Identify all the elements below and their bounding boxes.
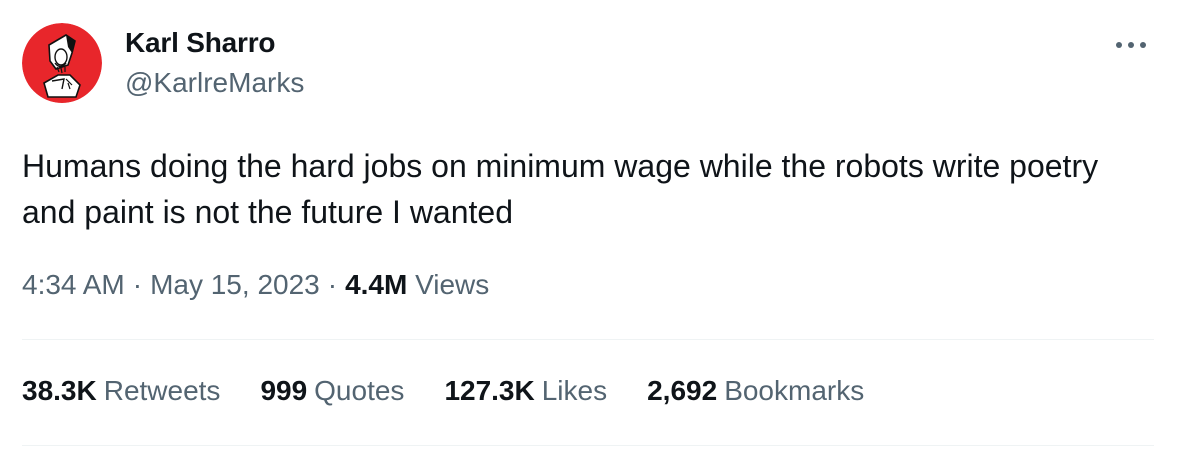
author-display-name[interactable]: Karl Sharro xyxy=(125,27,275,59)
views-label: Views xyxy=(415,269,490,300)
more-options-button[interactable] xyxy=(1111,30,1151,60)
divider xyxy=(22,339,1154,340)
author-avatar[interactable] xyxy=(22,23,102,103)
tweet-time[interactable]: 4:34 AM xyxy=(22,269,125,300)
likes-stat[interactable]: 127.3K Likes xyxy=(444,375,607,407)
likes-label: Likes xyxy=(541,375,608,406)
retweets-label: Retweets xyxy=(103,375,221,406)
bookmarks-count: 2,692 xyxy=(647,375,718,406)
retweets-count: 38.3K xyxy=(22,375,97,406)
more-options-icon xyxy=(1116,42,1146,48)
tweet-meta: 4:34 AM · May 15, 2023 · 4.4M Views xyxy=(22,269,489,301)
tweet-card: Karl Sharro @KarlreMarks Humans doing th… xyxy=(0,0,1180,450)
views-link[interactable]: 4.4M Views xyxy=(345,269,489,300)
bookmarks-stat[interactable]: 2,692 Bookmarks xyxy=(647,375,864,407)
likes-count: 127.3K xyxy=(444,375,535,406)
meta-separator: · xyxy=(327,269,338,300)
meta-separator: · xyxy=(132,269,143,300)
views-count: 4.4M xyxy=(345,269,408,300)
author-handle[interactable]: @KarlreMarks xyxy=(125,67,304,99)
tweet-text: Humans doing the hard jobs on minimum wa… xyxy=(22,148,1099,230)
retweets-stat[interactable]: 38.3K Retweets xyxy=(22,375,220,407)
bookmarks-label: Bookmarks xyxy=(724,375,865,406)
tweet-stats: 38.3K Retweets 999 Quotes 127.3K Likes 2,69… xyxy=(22,375,904,407)
quotes-label: Quotes xyxy=(314,375,405,406)
quotes-stat[interactable]: 999 Quotes xyxy=(260,375,404,407)
tweet-date[interactable]: May 15, 2023 xyxy=(150,269,320,300)
divider xyxy=(22,445,1154,446)
avatar-illustration-icon xyxy=(22,23,102,103)
quotes-count: 999 xyxy=(260,375,308,406)
